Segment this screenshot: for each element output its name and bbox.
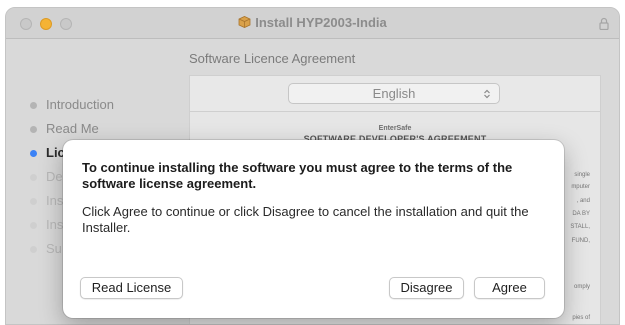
- step-dot-icon: [30, 198, 37, 205]
- page-subtitle: Software Licence Agreement: [189, 51, 356, 66]
- step-dot-icon: [30, 174, 37, 181]
- license-agreement-dialog: To continue installing the software you …: [63, 140, 564, 318]
- dialog-title: To continue installing the software you …: [82, 160, 513, 191]
- step-label: Ins: [46, 193, 64, 208]
- step-label: Su: [46, 241, 62, 256]
- step-label: Read Me: [46, 121, 99, 136]
- lock-icon: [599, 17, 609, 30]
- step-label: Ins: [46, 217, 64, 232]
- document-text-fragment: , and: [576, 198, 590, 204]
- step-label: Lic: [46, 145, 65, 160]
- title-bar: Install HYP2003-India: [6, 8, 619, 39]
- step-dot-icon: [30, 102, 37, 109]
- window-title: Install HYP2003-India: [255, 15, 387, 30]
- read-license-button[interactable]: Read License: [80, 277, 183, 299]
- language-select-value: English: [372, 86, 416, 101]
- package-icon: [238, 16, 251, 28]
- step-dot-icon: [30, 126, 37, 133]
- window-title-container: Install HYP2003-India: [6, 15, 619, 30]
- agree-button[interactable]: Agree: [474, 277, 545, 299]
- document-text-fragment: omply: [573, 284, 590, 290]
- document-company: EnterSafe: [378, 125, 412, 132]
- step-dot-icon: [30, 222, 37, 229]
- sidebar-step-introduction: Introduction: [6, 93, 186, 117]
- document-text-fragment: pies of: [572, 315, 590, 321]
- document-text-fragment: STALL,: [570, 224, 590, 230]
- step-dot-icon: [30, 246, 37, 253]
- sidebar-step-read-me: Read Me: [6, 117, 186, 141]
- step-dot-icon: [30, 150, 37, 157]
- document-text-fragment: DA BY: [572, 211, 590, 217]
- document-text-fragment: single: [574, 172, 590, 178]
- document-text-fragment: mputer: [571, 184, 590, 190]
- step-label: Introduction: [46, 97, 114, 112]
- chevron-up-down-icon: [484, 89, 490, 99]
- disagree-button[interactable]: Disagree: [389, 277, 464, 299]
- document-text-fragment: FUND,: [571, 238, 590, 244]
- language-select[interactable]: English: [288, 83, 500, 104]
- step-label: De: [46, 169, 63, 184]
- dialog-message: Click Agree to continue or click Disagre…: [82, 204, 529, 235]
